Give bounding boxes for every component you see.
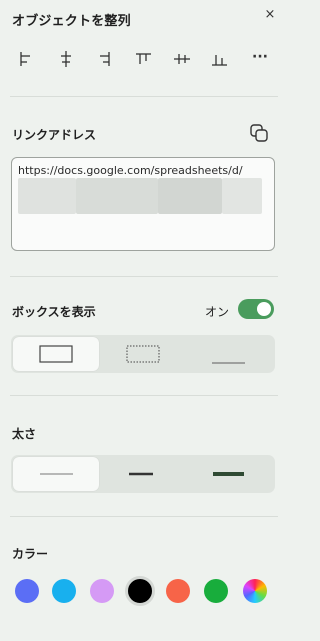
- link-address-field[interactable]: https://docs.google.com/spreadsheets/d/: [11, 157, 275, 251]
- link-section-title: リンクアドレス: [12, 128, 97, 142]
- color-swatch-orange[interactable]: [166, 579, 190, 603]
- redacted-text: [18, 178, 76, 214]
- align-right-icon: [100, 52, 110, 66]
- medium-line-icon: [129, 472, 153, 476]
- box-style-solid[interactable]: [13, 337, 99, 371]
- dotted-box-icon: [126, 345, 160, 363]
- color-swatch-blue[interactable]: [15, 579, 39, 603]
- align-top-icon: [136, 53, 151, 64]
- thin-line-icon: [40, 473, 73, 475]
- alignment-toolbar: ···: [10, 46, 280, 74]
- align-right-button[interactable]: [90, 46, 118, 74]
- copy-link-button[interactable]: [248, 122, 270, 144]
- underline-icon: [212, 362, 245, 364]
- show-box-toggle[interactable]: [238, 299, 274, 319]
- redacted-text: [158, 178, 222, 214]
- thickness-section-title: 太さ: [12, 427, 37, 441]
- divider: [10, 395, 278, 396]
- box-style-underline[interactable]: [187, 337, 273, 371]
- box-style-dotted[interactable]: [99, 337, 187, 371]
- divider: [10, 276, 278, 277]
- color-swatch-black[interactable]: [125, 576, 155, 606]
- align-vertical-center-icon: [174, 54, 190, 64]
- thickness-thick[interactable]: [187, 457, 273, 491]
- redacted-text: [76, 178, 158, 214]
- box-section-title: ボックスを表示: [12, 305, 96, 319]
- align-bottom-button[interactable]: [206, 46, 234, 74]
- thickness-medium[interactable]: [99, 457, 187, 491]
- thickness-thin[interactable]: [13, 457, 99, 491]
- divider: [10, 96, 278, 97]
- close-button[interactable]: ×: [261, 6, 279, 24]
- align-horizontal-center-button[interactable]: [52, 46, 80, 74]
- panel-title: オブジェクトを整列: [12, 14, 131, 29]
- align-left-button[interactable]: [12, 46, 40, 74]
- copy-icon: [250, 124, 268, 142]
- toggle-knob: [257, 302, 271, 316]
- box-style-selector: [11, 335, 275, 373]
- thick-line-icon: [213, 472, 244, 476]
- color-swatch-cyan[interactable]: [52, 579, 76, 603]
- toggle-state-label: オン: [205, 305, 230, 319]
- link-url-text: https://docs.google.com/spreadsheets/d/: [18, 164, 243, 177]
- color-palette: [14, 576, 274, 607]
- more-options-button[interactable]: ···: [246, 46, 274, 74]
- divider: [10, 516, 278, 517]
- redacted-text: [222, 178, 262, 214]
- align-bottom-icon: [212, 55, 227, 66]
- align-left-icon: [20, 52, 30, 66]
- align-vertical-center-button[interactable]: [168, 46, 196, 74]
- color-section-title: カラー: [12, 547, 49, 561]
- color-swatch-lavender[interactable]: [90, 579, 114, 603]
- align-horizontal-center-icon: [61, 51, 71, 67]
- align-objects-panel: オブジェクトを整列 × ··· リンクアドレス https://docs.goo…: [0, 0, 291, 641]
- thickness-selector: [11, 455, 275, 493]
- color-swatch-green[interactable]: [204, 579, 228, 603]
- solid-box-icon: [39, 345, 73, 363]
- custom-color-picker[interactable]: [243, 579, 267, 603]
- align-top-button[interactable]: [130, 46, 158, 74]
